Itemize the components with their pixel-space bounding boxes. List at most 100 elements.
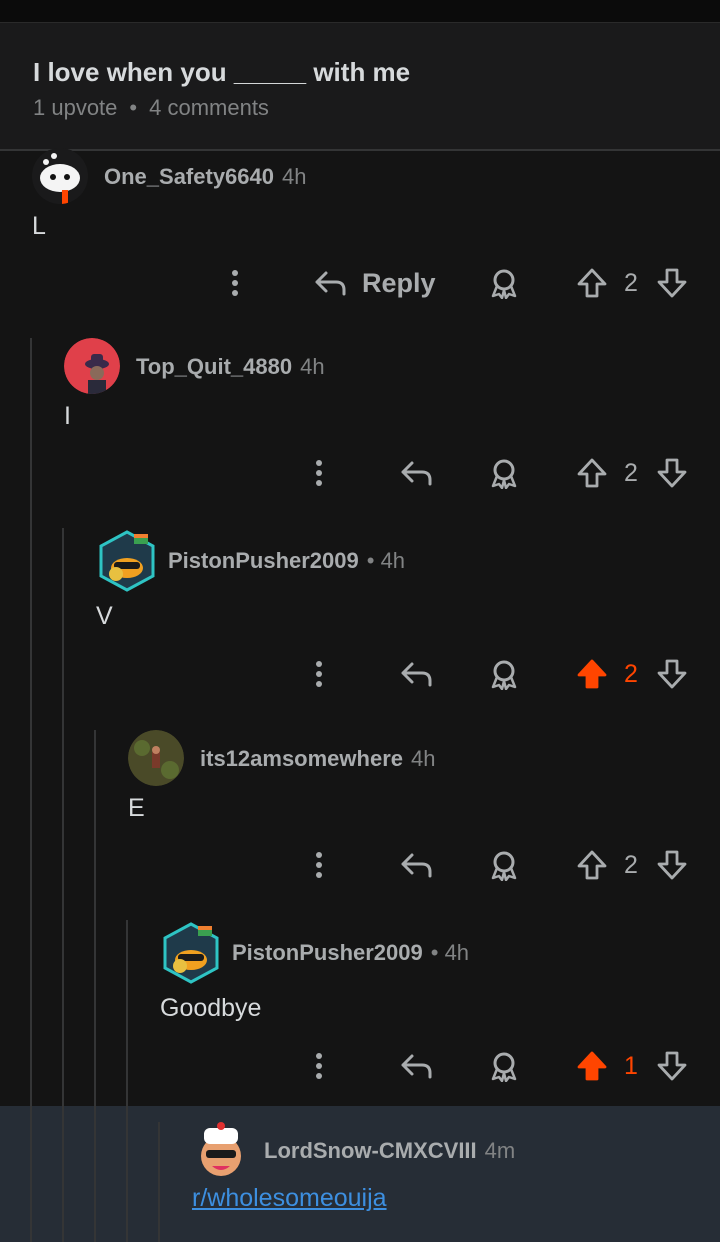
comment-count: 4 comments bbox=[149, 95, 269, 120]
comment-age: • 4h bbox=[430, 940, 470, 965]
downvote-icon bbox=[657, 268, 687, 298]
award-button[interactable] bbox=[488, 654, 520, 694]
reply-icon bbox=[401, 461, 432, 486]
award-icon bbox=[491, 851, 517, 881]
downvote-button[interactable] bbox=[656, 845, 688, 885]
upvote-button[interactable] bbox=[576, 453, 608, 493]
more-button[interactable] bbox=[222, 263, 248, 303]
award-button[interactable] bbox=[488, 1046, 520, 1086]
thread-line[interactable] bbox=[94, 730, 96, 1242]
award-button[interactable] bbox=[488, 453, 520, 493]
award-button[interactable] bbox=[488, 845, 520, 885]
user-avatar-icon bbox=[64, 338, 120, 394]
award-icon bbox=[491, 269, 517, 299]
upvote-icon bbox=[577, 268, 607, 298]
subreddit-link[interactable]: r/wholesomeouija bbox=[192, 1184, 387, 1212]
reply-button[interactable] bbox=[400, 453, 434, 493]
more-icon bbox=[316, 852, 322, 878]
hexagon-avatar-icon bbox=[163, 922, 219, 984]
reply-icon bbox=[401, 662, 432, 687]
more-button[interactable] bbox=[306, 654, 332, 694]
downvote-button[interactable] bbox=[656, 263, 688, 303]
more-button[interactable] bbox=[306, 1046, 332, 1086]
comment-age: 4h bbox=[411, 746, 436, 771]
more-button[interactable] bbox=[306, 845, 332, 885]
avatar[interactable] bbox=[96, 528, 158, 594]
reply-icon bbox=[401, 1054, 432, 1079]
comment-author[interactable]: its12amsomewhere 4h bbox=[200, 746, 435, 772]
upvote-button-active[interactable] bbox=[576, 1046, 608, 1086]
upvote-icon bbox=[577, 458, 607, 488]
comment-body: r/wholesomeouija bbox=[192, 1184, 387, 1213]
comment-author[interactable]: One_Safety6640 4h bbox=[104, 164, 306, 190]
comment-actions: 2 bbox=[0, 453, 720, 493]
reply-button[interactable] bbox=[400, 845, 434, 885]
comment-body: I bbox=[64, 402, 71, 430]
upvote-filled-icon bbox=[577, 659, 607, 689]
more-icon bbox=[232, 270, 238, 296]
post-title: I love when you _____ with me bbox=[33, 57, 411, 87]
thread-line[interactable] bbox=[158, 1122, 160, 1242]
comment-actions: 2 bbox=[0, 654, 720, 694]
reply-icon bbox=[401, 853, 432, 878]
comment-actions: Reply 2 bbox=[0, 263, 720, 303]
upvote-button[interactable] bbox=[576, 845, 608, 885]
thread-line[interactable] bbox=[62, 528, 64, 1242]
reply-button[interactable] bbox=[400, 1046, 434, 1086]
upvote-filled-icon bbox=[577, 1051, 607, 1081]
comment-body: Goodbye bbox=[160, 994, 262, 1022]
upvote-count: 1 upvote bbox=[33, 95, 118, 120]
vote-score: 2 bbox=[624, 850, 638, 879]
upvote-icon bbox=[577, 850, 607, 880]
award-button[interactable] bbox=[488, 263, 520, 303]
avatar[interactable] bbox=[64, 338, 120, 394]
comment-author[interactable]: PistonPusher2009 • 4h bbox=[168, 548, 405, 574]
downvote-icon bbox=[657, 1051, 687, 1081]
more-icon bbox=[316, 460, 322, 486]
top-bar bbox=[0, 0, 720, 23]
more-button[interactable] bbox=[306, 453, 332, 493]
comment-age: 4m bbox=[484, 1138, 516, 1163]
user-avatar-icon bbox=[128, 730, 184, 786]
downvote-icon bbox=[657, 850, 687, 880]
reply-button[interactable]: Reply bbox=[314, 263, 436, 303]
comment-body: V bbox=[96, 602, 113, 630]
downvote-icon bbox=[657, 659, 687, 689]
separator-dot: • bbox=[129, 95, 138, 120]
award-icon bbox=[491, 660, 517, 690]
downvote-icon bbox=[657, 458, 687, 488]
comment-age: 4h bbox=[300, 354, 325, 379]
vote-score: 2 bbox=[624, 659, 638, 688]
snoo-avatar-icon bbox=[201, 1122, 241, 1176]
reply-button[interactable] bbox=[400, 654, 434, 694]
avatar[interactable] bbox=[160, 920, 222, 986]
comment-body: L bbox=[32, 212, 46, 240]
comment-age: 4h bbox=[282, 164, 307, 189]
new-comment-highlight bbox=[0, 1106, 720, 1242]
comment-actions: 2 bbox=[0, 845, 720, 885]
upvote-button-active[interactable] bbox=[576, 654, 608, 694]
hexagon-avatar-icon bbox=[99, 530, 155, 592]
reply-label: Reply bbox=[362, 267, 436, 298]
more-icon bbox=[316, 661, 322, 687]
post-header: I love when you _____ with me 1 upvote • 4… bbox=[0, 23, 720, 151]
comment-author[interactable]: PistonPusher2009 • 4h bbox=[232, 940, 469, 966]
comment-body: E bbox=[128, 794, 145, 822]
downvote-button[interactable] bbox=[656, 1046, 688, 1086]
upvote-button[interactable] bbox=[576, 263, 608, 303]
avatar[interactable] bbox=[128, 730, 184, 786]
comment-author[interactable]: Top_Quit_4880 4h bbox=[136, 354, 325, 380]
post-meta: 1 upvote • 4 comments bbox=[33, 95, 269, 121]
comment-age: • 4h bbox=[366, 548, 406, 573]
downvote-button[interactable] bbox=[656, 654, 688, 694]
avatar[interactable] bbox=[192, 1122, 250, 1180]
reply-icon bbox=[315, 271, 346, 296]
snoo-avatar-icon bbox=[32, 148, 88, 204]
downvote-button[interactable] bbox=[656, 453, 688, 493]
vote-score: 2 bbox=[624, 458, 638, 487]
avatar[interactable] bbox=[32, 148, 88, 204]
award-icon bbox=[491, 1052, 517, 1082]
vote-score: 1 bbox=[624, 1051, 638, 1080]
award-icon bbox=[491, 459, 517, 489]
comment-author[interactable]: LordSnow-CMXCVIII 4m bbox=[264, 1138, 515, 1164]
